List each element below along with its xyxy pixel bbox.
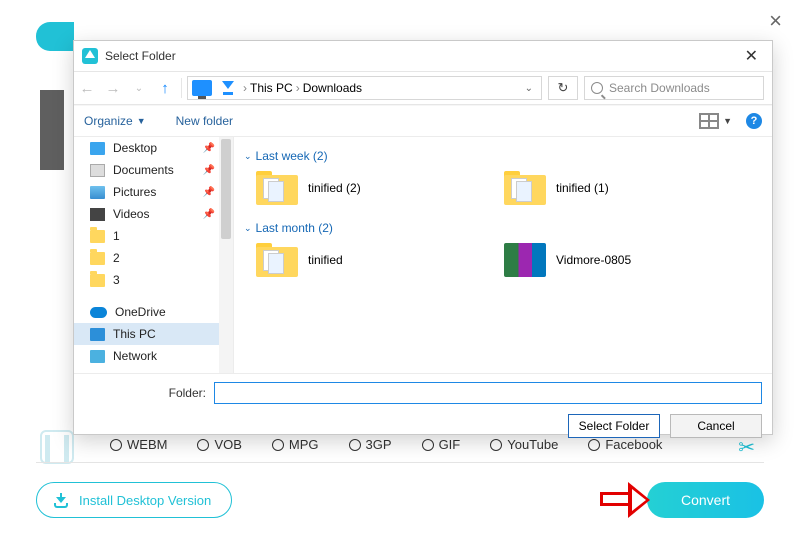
sidebar-item[interactable]: This PC <box>74 323 233 345</box>
ic-pc-icon <box>90 328 105 341</box>
nav-back-button[interactable]: ← <box>74 80 100 97</box>
nav-row: ← → ⌄ ↑ › This PC › Downloads ⌄ ↻ Search… <box>74 71 772 105</box>
path-folder[interactable]: Downloads <box>303 81 362 95</box>
sidebar-item[interactable]: 2 <box>74 247 233 269</box>
folder-content: ⌄Last week (2) tinified (2) tinified (1) ⌄L… <box>234 137 772 373</box>
refresh-button[interactable]: ↻ <box>548 76 578 100</box>
select-folder-dialog: Select Folder ✕ ← → ⌄ ↑ › This PC › Down… <box>73 40 773 435</box>
select-folder-button[interactable]: Select Folder <box>568 414 660 438</box>
sidebar-item[interactable]: Pictures📌 <box>74 181 233 203</box>
annotation-arrow <box>600 480 650 520</box>
ic-onedrive-icon <box>90 307 107 318</box>
sidebar-item[interactable]: OneDrive <box>74 301 233 323</box>
dialog-bottom: Folder: Select Folder Cancel <box>74 373 772 448</box>
path-dropdown-icon[interactable]: ⌄ <box>517 83 541 94</box>
view-menu[interactable]: ▼ <box>699 113 732 129</box>
folder-item[interactable]: tinified (1) <box>504 171 724 205</box>
download-icon <box>53 492 69 508</box>
folder-thumb-icon <box>504 243 546 277</box>
ic-folder-icon <box>90 252 105 265</box>
nav-up-button[interactable]: ↑ <box>152 80 178 97</box>
sidebar-item[interactable]: Videos📌 <box>74 203 233 225</box>
ic-net-icon <box>90 350 105 363</box>
pin-icon: 📌 <box>203 143 215 154</box>
folder-thumb-icon <box>256 243 298 277</box>
ic-folder-icon <box>90 274 105 287</box>
page-close-icon[interactable]: × <box>769 8 782 34</box>
folder-thumb-icon <box>504 171 546 205</box>
path-root[interactable]: This PC <box>250 81 293 95</box>
bg-teal-button <box>36 22 74 51</box>
app-logo-icon <box>82 48 98 64</box>
pc-icon <box>192 80 212 96</box>
folder-item[interactable]: tinified <box>256 243 476 277</box>
sidebar-scrollbar[interactable] <box>219 137 233 373</box>
group-header[interactable]: ⌄Last month (2) <box>244 221 762 235</box>
folder-item-label: tinified (1) <box>556 181 609 195</box>
folder-item-label: Vidmore-0805 <box>556 253 631 267</box>
bg-thumbnail <box>40 90 64 170</box>
folder-input[interactable] <box>214 382 762 404</box>
folder-thumb-icon <box>256 171 298 205</box>
ic-desktop-icon <box>90 142 105 155</box>
dialog-toolbar: Organize▼ New folder ▼ ? <box>74 105 772 137</box>
dialog-titlebar: Select Folder ✕ <box>74 41 772 71</box>
sidebar-item[interactable]: 3 <box>74 269 233 291</box>
nav-forward-button[interactable]: → <box>100 80 126 97</box>
pin-icon: 📌 <box>203 209 215 220</box>
folder-item-label: tinified (2) <box>308 181 361 195</box>
ic-doc-icon <box>90 164 105 177</box>
ic-vid-icon <box>90 208 105 221</box>
folder-item-label: tinified <box>308 253 343 267</box>
dialog-close-button[interactable]: ✕ <box>739 46 764 66</box>
install-desktop-button[interactable]: Install Desktop Version <box>36 482 232 518</box>
view-icon <box>699 113 719 129</box>
pin-icon: 📌 <box>203 165 215 176</box>
search-input[interactable]: Search Downloads <box>584 76 764 100</box>
group-header[interactable]: ⌄Last week (2) <box>244 149 762 163</box>
dialog-title: Select Folder <box>105 49 176 63</box>
cancel-button[interactable]: Cancel <box>670 414 762 438</box>
search-icon <box>591 82 603 94</box>
convert-button[interactable]: Convert <box>647 482 764 518</box>
ic-pic-icon <box>90 186 105 199</box>
folder-item[interactable]: tinified (2) <box>256 171 476 205</box>
organize-menu[interactable]: Organize▼ <box>84 114 146 128</box>
ic-folder-icon <box>90 230 105 243</box>
folder-label: Folder: <box>84 386 214 400</box>
new-folder-button[interactable]: New folder <box>176 114 233 128</box>
address-bar[interactable]: › This PC › Downloads ⌄ <box>187 76 542 100</box>
sidebar-item[interactable]: Documents📌 <box>74 159 233 181</box>
folder-item[interactable]: Vidmore-0805 <box>504 243 724 277</box>
sidebar-item[interactable]: Network <box>74 345 233 367</box>
pin-icon: 📌 <box>203 187 215 198</box>
divider <box>36 462 764 463</box>
nav-recent-dropdown[interactable]: ⌄ <box>126 83 152 94</box>
sidebar-item[interactable]: Desktop📌 <box>74 137 233 159</box>
help-button[interactable]: ? <box>746 113 762 129</box>
downloads-icon <box>220 81 236 95</box>
sidebar: Desktop📌Documents📌Pictures📌Videos📌123 One… <box>74 137 234 373</box>
sidebar-item[interactable]: 1 <box>74 225 233 247</box>
film-icon <box>40 430 74 464</box>
